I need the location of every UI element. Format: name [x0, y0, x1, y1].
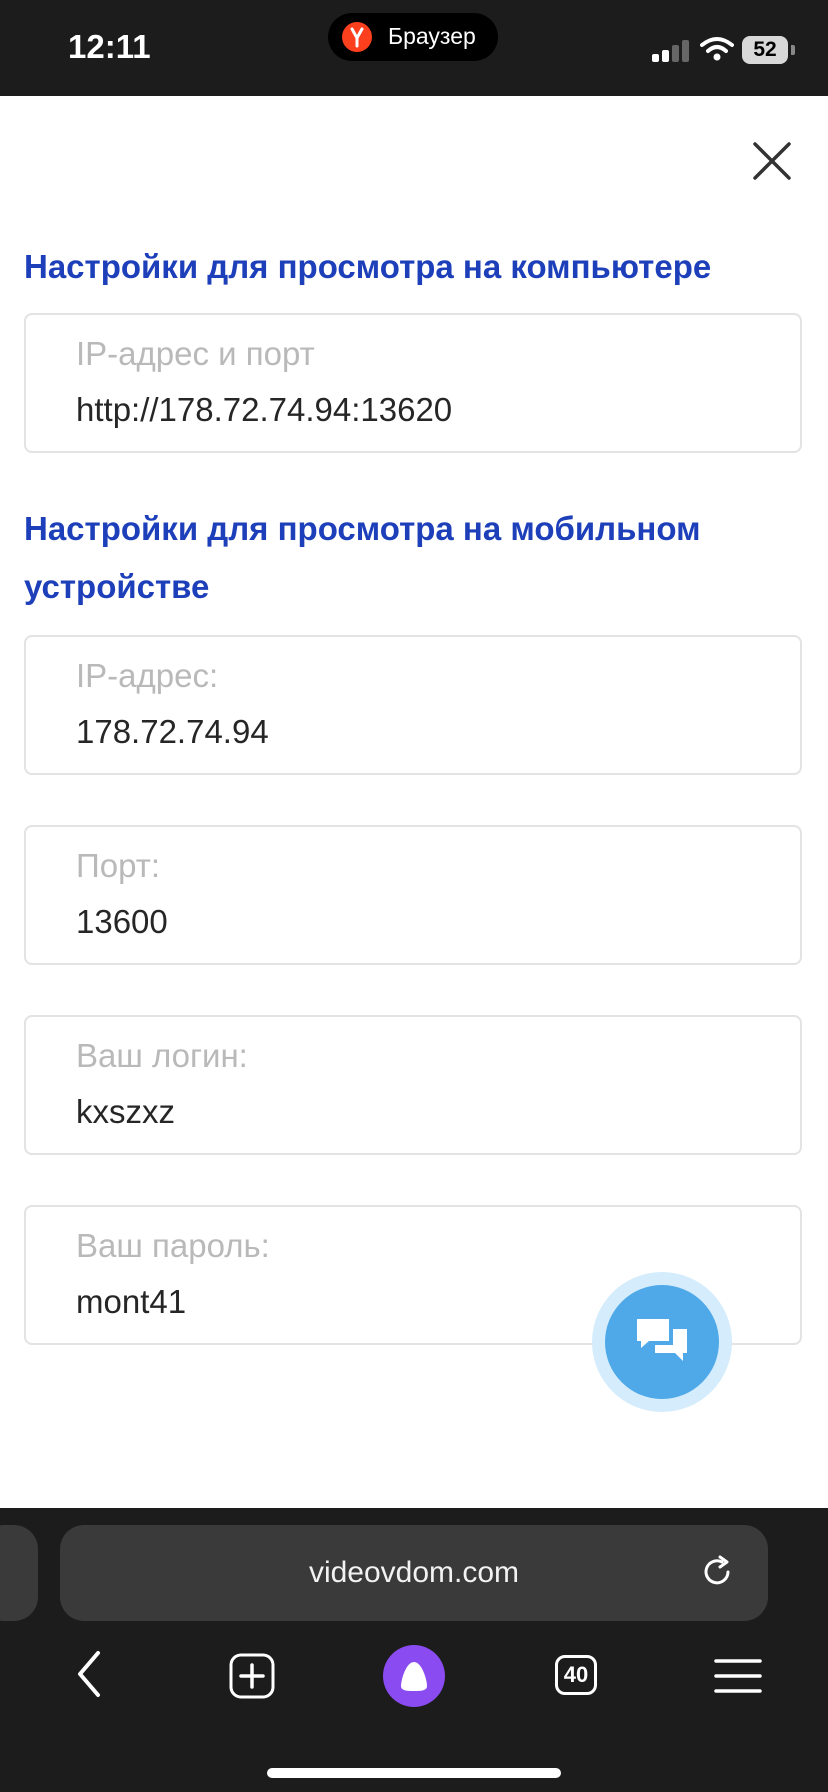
field-value[interactable]: mont41	[76, 1283, 186, 1321]
ip-address-field[interactable]: IP-адрес: 178.72.74.94	[24, 635, 802, 775]
field-label: Ваш логин:	[76, 1037, 248, 1074]
field-label: Порт:	[76, 847, 160, 884]
desktop-settings-title: Настройки для просмотра на компьютере	[24, 248, 712, 285]
chat-button[interactable]	[592, 1272, 732, 1412]
home-indicator[interactable]	[267, 1768, 561, 1778]
field-value[interactable]: 13600	[76, 903, 168, 941]
port-field[interactable]: Порт: 13600	[24, 825, 802, 965]
status-time: 12:11	[68, 28, 151, 65]
chat-button-inner[interactable]	[605, 1285, 719, 1399]
back-icon[interactable]	[74, 1649, 104, 1699]
battery-tip	[791, 45, 795, 55]
app-name: Браузер	[388, 23, 476, 49]
wifi-icon	[700, 37, 734, 61]
field-label: IP-адрес:	[76, 657, 219, 694]
new-tab-icon[interactable]	[229, 1653, 275, 1699]
menu-icon[interactable]	[714, 1658, 762, 1694]
field-label: Ваш пароль:	[76, 1227, 270, 1264]
status-bar: 12:11 Браузер 52	[0, 0, 828, 96]
cellular-signal-icon	[652, 40, 690, 62]
close-icon[interactable]	[752, 141, 792, 181]
browser-toolbar: videovdom.com 40	[0, 1508, 828, 1792]
reload-icon[interactable]	[700, 1555, 734, 1589]
field-value[interactable]: http://178.72.74.94:13620	[76, 391, 452, 429]
field-value[interactable]: 178.72.74.94	[76, 713, 269, 751]
address-bar[interactable]: videovdom.com	[60, 1525, 768, 1621]
battery-icon: 52	[742, 36, 788, 64]
yandex-logo-icon	[342, 22, 372, 52]
url-text[interactable]: videovdom.com	[60, 1525, 768, 1621]
tabs-counter[interactable]: 40	[555, 1655, 597, 1695]
login-field[interactable]: Ваш логин: kxszxz	[24, 1015, 802, 1155]
field-label: IP-адрес и порт	[76, 335, 315, 372]
previous-tab-preview[interactable]	[0, 1525, 38, 1621]
chat-bubbles-icon	[637, 1319, 687, 1361]
app-indicator-pill[interactable]: Браузер	[328, 13, 498, 61]
battery-level: 52	[753, 38, 777, 61]
mobile-settings-title: Настройки для просмотра на мобильном уст…	[24, 510, 701, 605]
field-value[interactable]: kxszxz	[76, 1093, 175, 1131]
ip-port-field[interactable]: IP-адрес и порт http://178.72.74.94:1362…	[24, 313, 802, 453]
alice-assistant-icon[interactable]	[383, 1645, 445, 1707]
